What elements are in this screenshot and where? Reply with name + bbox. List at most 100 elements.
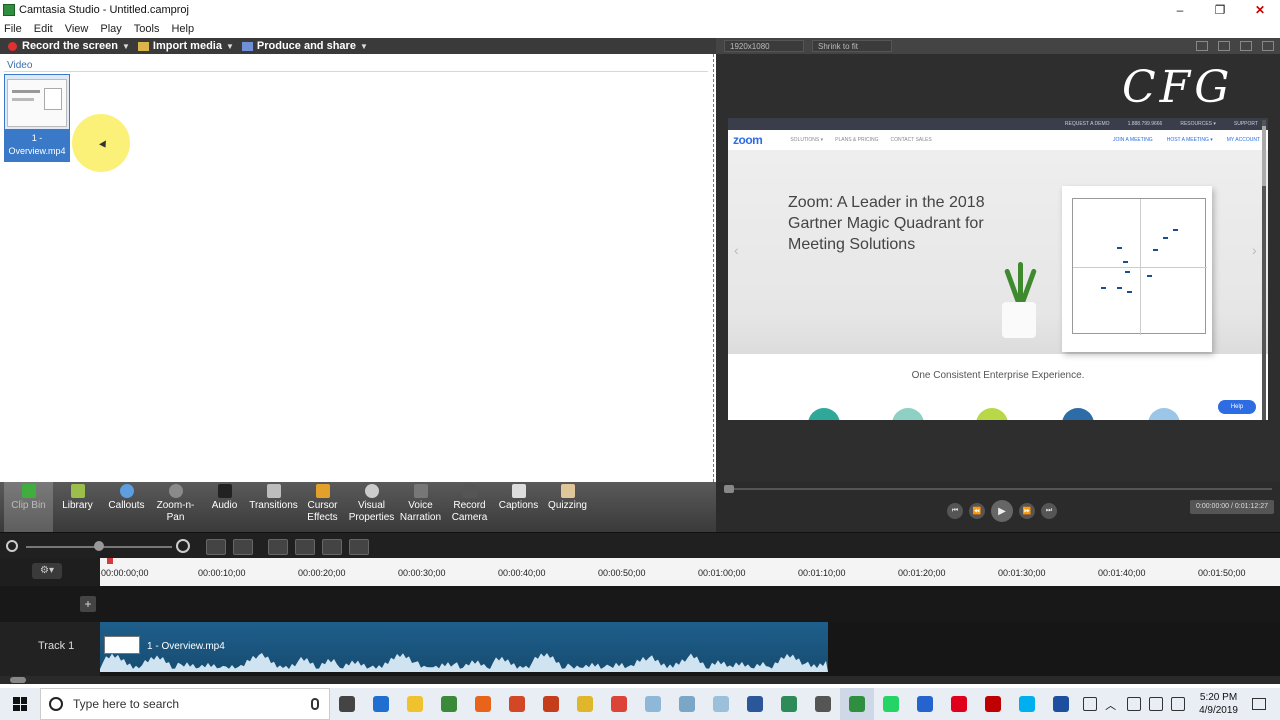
task-clip-bin[interactable]: Clip Bin [4,482,53,532]
gear-icon[interactable]: ⚙▾ [32,563,62,579]
task-audio[interactable]: Audio [200,482,249,532]
start-button[interactable] [0,688,40,720]
chrome-icon [577,696,593,712]
chevron-up-icon[interactable]: ︿ [1105,697,1119,712]
taskbar-app-camtasia-studio[interactable] [840,688,874,720]
seek-thumb[interactable] [724,485,734,493]
search-placeholder: Type here to search [73,697,180,711]
preview-scrollbar[interactable] [1262,120,1266,420]
maximize-button[interactable]: ❐ [1200,0,1240,20]
menu-help[interactable]: Help [171,23,194,35]
play-icon[interactable]: ▶ [991,500,1013,522]
nav-link: CONTACT SALES [890,137,932,143]
timeline-horizontal-scrollbar[interactable] [0,676,1280,684]
taskbar-app-powerpoint[interactable] [500,688,534,720]
taskbar-app-remote-app[interactable] [772,688,806,720]
taskbar-app-firefox[interactable] [466,688,500,720]
crop-icon[interactable] [1240,41,1252,51]
taskbar-app-notepad-3[interactable] [704,688,738,720]
taskbar-app-file-explorer[interactable] [398,688,432,720]
dimensions-dropdown[interactable]: 1920x1080 [724,40,804,52]
menu-play[interactable]: Play [100,23,121,35]
ruler-tick: 00:01:30;00 [998,568,1046,578]
minimize-button[interactable]: – [1160,0,1200,20]
person-icon[interactable] [1083,697,1098,711]
fullscreen-icon[interactable] [1218,41,1230,51]
audio-waveform [100,653,828,672]
feature-circle [808,408,840,420]
taskbar-app-powerpoint-2[interactable] [534,688,568,720]
volume-icon[interactable] [1127,697,1142,711]
clip-bin-item[interactable]: 1 - Overview.mp4 [4,74,70,162]
taskbar-app-opera[interactable] [942,688,976,720]
taskbar-search[interactable]: Type here to search [40,688,330,720]
expand-icon[interactable] [1262,41,1274,51]
zoom-in-icon[interactable] [176,539,190,553]
task-transitions[interactable]: Transitions [249,482,298,532]
taskbar-app-task-view[interactable] [330,688,364,720]
ruler-tick: 00:01:20;00 [898,568,946,578]
task-visual-properties[interactable]: Visual Properties [347,482,396,532]
timeline-clip[interactable]: 1 - Overview.mp4 [100,622,828,672]
skip-forward-icon[interactable]: ⏭ [1041,503,1057,519]
taskbar-app-calculator[interactable] [806,688,840,720]
help-button[interactable]: Help [1218,400,1256,414]
network-icon[interactable] [1149,697,1164,711]
taskbar-app-todo[interactable] [908,688,942,720]
task-callouts[interactable]: Callouts [102,482,151,532]
taskbar-app-chrome[interactable] [568,688,602,720]
task-voice-narration[interactable]: Voice Narration [396,482,445,532]
taskbar-app-camtasia-recorder[interactable] [432,688,466,720]
close-button[interactable]: ✕ [1240,0,1280,20]
ruler-tick: 00:01:40;00 [1098,568,1146,578]
menu-file[interactable]: File [4,23,22,35]
task-record-camera[interactable]: Record Camera [445,482,494,532]
preview-canvas[interactable]: REQUEST A DEMO 1.888.799.9666 RESOURCES … [728,118,1268,420]
paste-icon[interactable] [349,539,369,555]
task-label: Record Camera [451,500,488,523]
produce-share-button[interactable]: Produce and share ▼ [241,40,368,52]
record-screen-button[interactable]: Record the screen ▼ [8,40,130,52]
zoom-out-icon[interactable] [6,540,18,552]
task-quizzing[interactable]: Quizzing [543,482,592,532]
taskbar-app-filezilla[interactable] [976,688,1010,720]
screen-app-icon [1053,696,1069,712]
scrollbar-thumb[interactable] [10,677,26,683]
redo-icon[interactable] [233,539,253,555]
taskbar-app-notepad[interactable] [636,688,670,720]
taskbar-app-whatsapp[interactable] [874,688,908,720]
ruler-area[interactable]: 00:00:00;00 00:00:10;00 00:00:20;00 00:0… [100,558,1280,586]
notifications-icon[interactable] [1252,698,1266,710]
taskbar-app-screen-app[interactable] [1044,688,1078,720]
taskbar-app-notepad-2[interactable] [670,688,704,720]
copy-icon[interactable] [322,539,342,555]
task-library[interactable]: Library [53,482,102,532]
skip-back-icon[interactable]: ⏮ [947,503,963,519]
fast-forward-icon[interactable]: ⏩ [1019,503,1035,519]
zoom-dropdown[interactable]: Shrink to fit [812,40,892,52]
menu-view[interactable]: View [65,23,89,35]
microphone-icon[interactable] [311,698,319,710]
add-track-button[interactable]: + [80,596,96,612]
rewind-icon[interactable]: ⏪ [969,503,985,519]
detach-icon[interactable] [1196,41,1208,51]
menu-edit[interactable]: Edit [34,23,53,35]
taskbar-app-chrome-2[interactable] [602,688,636,720]
taskbar-app-edge[interactable] [364,688,398,720]
task-cursor-effects[interactable]: Cursor Effects [298,482,347,532]
task-zoom-n-pan[interactable]: Zoom-n-Pan [151,482,200,532]
produce-icon [241,41,253,51]
task-captions[interactable]: Captions [494,482,543,532]
undo-icon[interactable] [206,539,226,555]
menu-tools[interactable]: Tools [134,23,160,35]
clock[interactable]: 5:20 PM 4/9/2019 [1199,691,1238,717]
seek-track[interactable] [724,488,1272,490]
keyboard-icon[interactable] [1171,697,1186,711]
cut-icon[interactable] [268,539,288,555]
import-media-button[interactable]: Import media ▼ [137,40,234,52]
taskbar-app-skype[interactable] [1010,688,1044,720]
split-icon[interactable] [295,539,315,555]
zoom-slider-thumb[interactable] [94,541,104,551]
taskbar-app-word[interactable] [738,688,772,720]
playhead[interactable] [107,558,113,564]
